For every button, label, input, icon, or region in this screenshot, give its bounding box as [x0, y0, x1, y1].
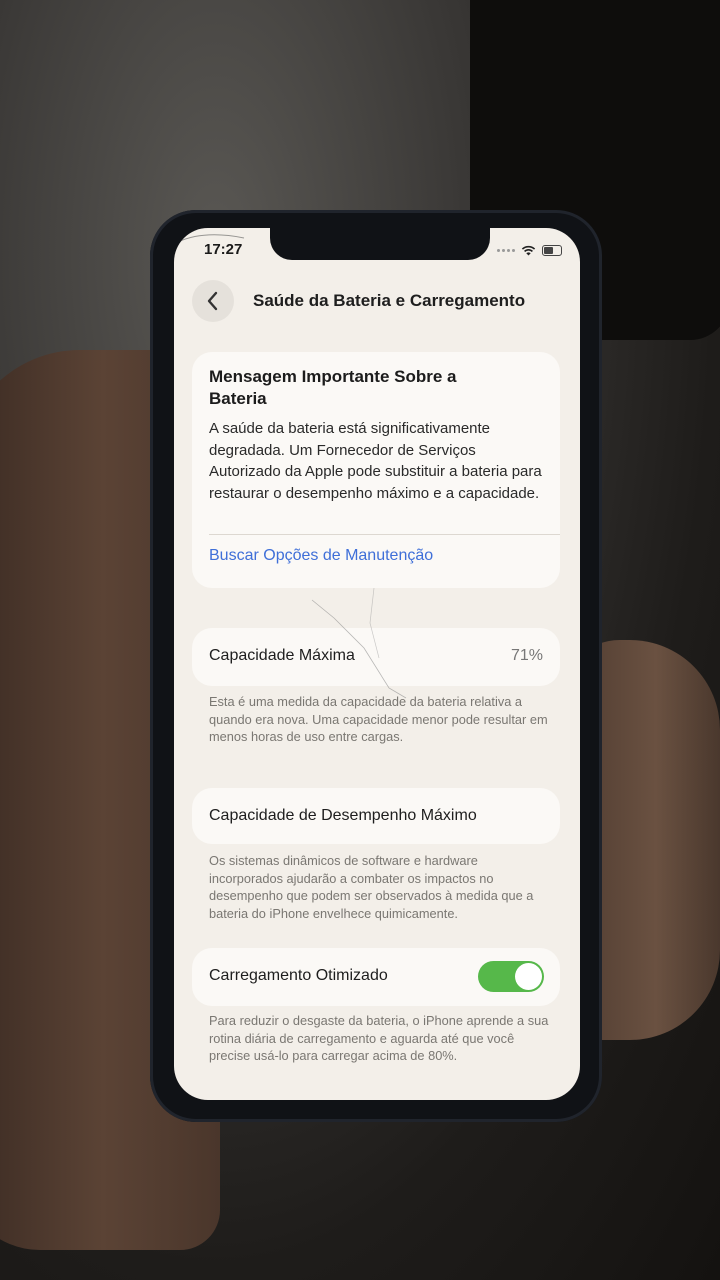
signal-icon: [497, 249, 515, 252]
max-capacity-row: Capacidade Máxima 71%: [192, 628, 560, 686]
peak-performance-label: Capacidade de Desempenho Máximo: [209, 807, 477, 824]
important-message-card: Mensagem Importante Sobre a Bateria A sa…: [192, 352, 560, 588]
peak-performance-row[interactable]: Capacidade de Desempenho Máximo: [192, 788, 560, 844]
status-icons: [497, 245, 562, 256]
wifi-icon: [521, 245, 536, 256]
optimized-charging-label: Carregamento Otimizado: [209, 967, 388, 984]
page-title: Saúde da Bateria e Carregamento: [253, 291, 526, 310]
optimized-charging-toggle[interactable]: [478, 961, 544, 992]
message-title: Mensagem Importante Sobre a Bateria: [209, 367, 457, 408]
message-body: A saúde da bateria está significativamen…: [209, 420, 542, 502]
phone-screen: 17:27 Saúde da Bateria e Carregamento Me…: [174, 228, 580, 1100]
chevron-left-icon: [207, 291, 218, 311]
service-options-link[interactable]: Buscar Opções de Manutenção: [209, 547, 433, 565]
peak-performance-footnote: Os sistemas dinâmicos de software e hard…: [209, 853, 534, 921]
toggle-knob: [515, 963, 542, 990]
nav-bar: Saúde da Bateria e Carregamento: [192, 280, 564, 322]
status-time: 17:27: [204, 241, 243, 258]
max-capacity-label: Capacidade Máxima: [209, 647, 355, 664]
max-capacity-value: 71%: [510, 647, 543, 664]
divider: [209, 534, 560, 535]
optimized-charging-row: Carregamento Otimizado: [192, 948, 560, 1006]
max-capacity-footnote: Esta é uma medida da capacidade da bater…: [209, 694, 548, 744]
back-button[interactable]: [192, 280, 234, 322]
notch: [270, 228, 490, 260]
optimized-charging-footnote: Para reduzir o desgaste da bateria, o iP…: [209, 1013, 549, 1063]
battery-icon: [542, 245, 562, 256]
photo-background: 17:27 Saúde da Bateria e Carregamento Me…: [0, 0, 720, 1280]
